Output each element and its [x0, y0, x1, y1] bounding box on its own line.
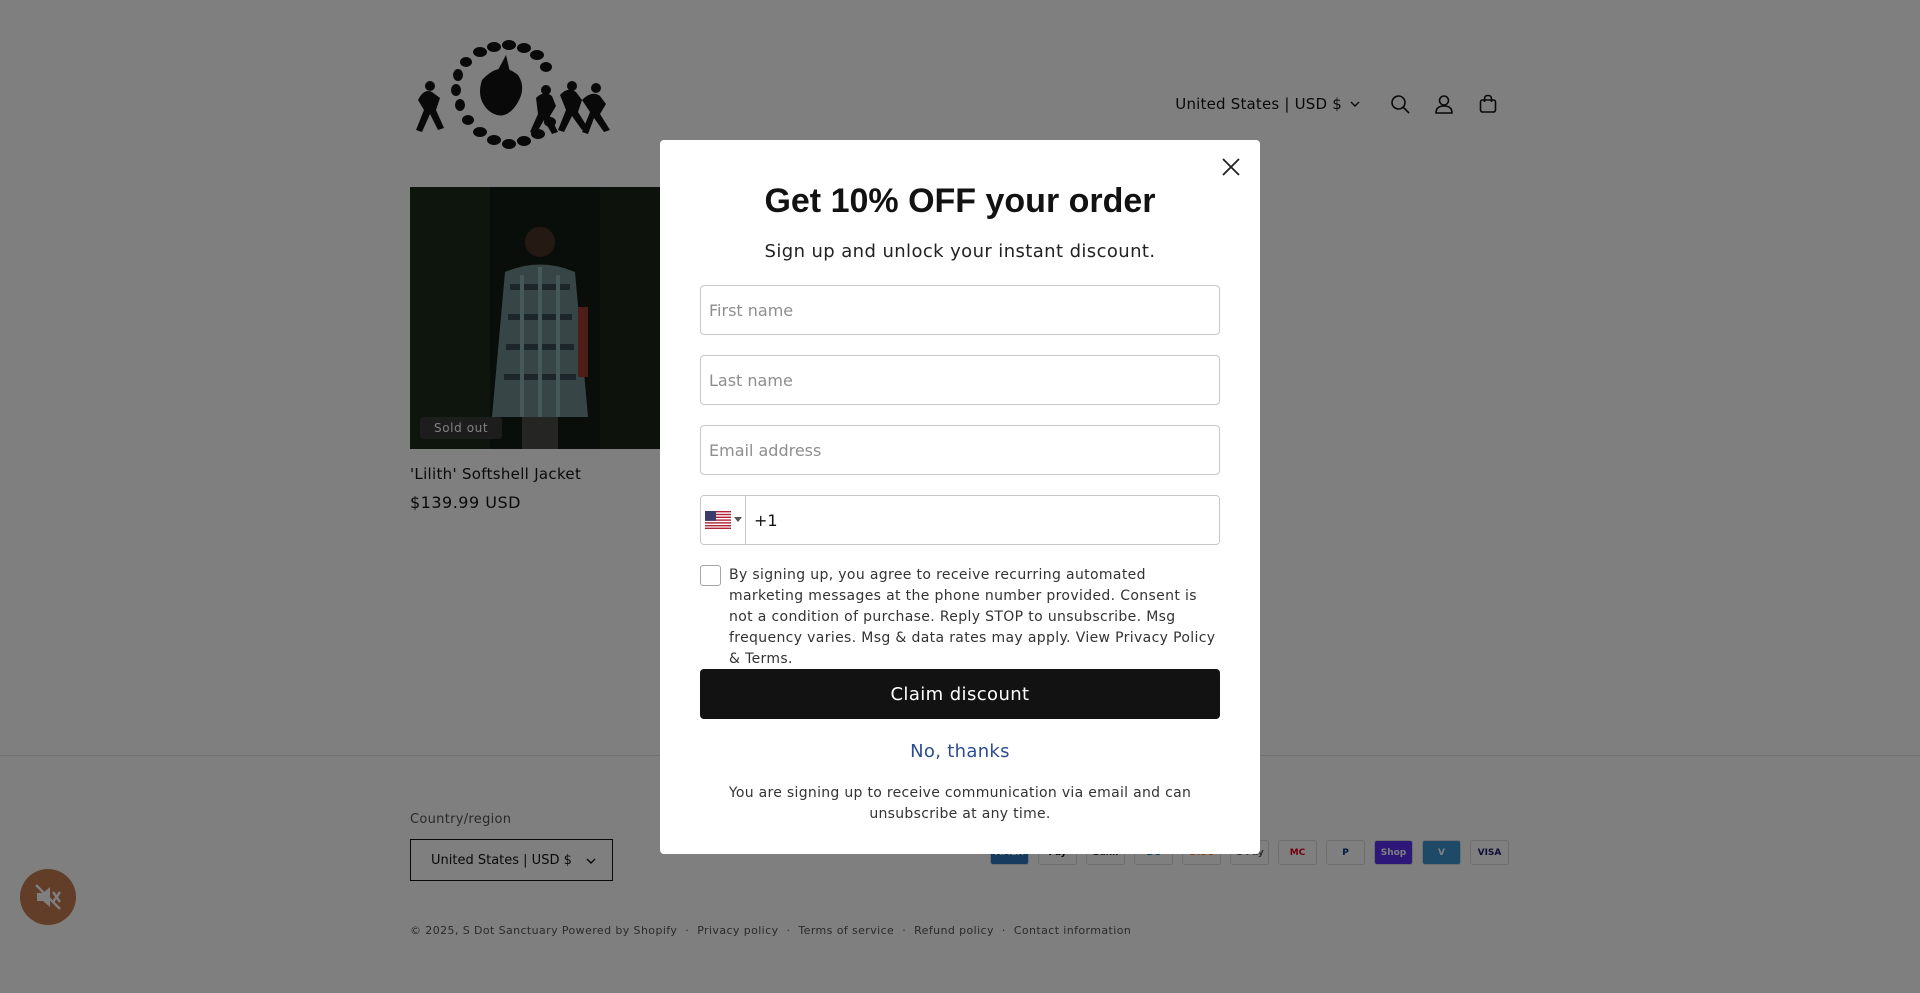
sms-consent: By signing up, you agree to receive recu…: [700, 565, 1225, 670]
consent-text: By signing up, you agree to receive recu…: [729, 567, 1216, 667]
last-name-field[interactable]: [700, 355, 1220, 405]
caret-down-icon: [733, 517, 742, 522]
first-name-field[interactable]: [700, 285, 1220, 335]
country-code-selector[interactable]: [701, 496, 746, 544]
modal-disclaimer: You are signing up to receive communicat…: [728, 785, 1192, 822]
close-icon: [1222, 158, 1240, 176]
phone-input[interactable]: [746, 497, 1219, 543]
no-thanks-link[interactable]: No, thanks: [660, 741, 1260, 762]
us-flag-icon: [704, 511, 731, 529]
claim-discount-button[interactable]: Claim discount: [700, 669, 1220, 719]
close-modal-button[interactable]: [1216, 152, 1246, 182]
phone-field-group: [700, 495, 1220, 545]
email-field[interactable]: [700, 425, 1220, 475]
modal-subtitle: Sign up and unlock your instant discount…: [764, 241, 1156, 262]
modal-title: Get 10% OFF your order: [764, 182, 1156, 220]
discount-signup-modal: Get 10% OFF your order Sign up and unloc…: [660, 140, 1260, 854]
consent-checkbox[interactable]: [700, 565, 721, 586]
